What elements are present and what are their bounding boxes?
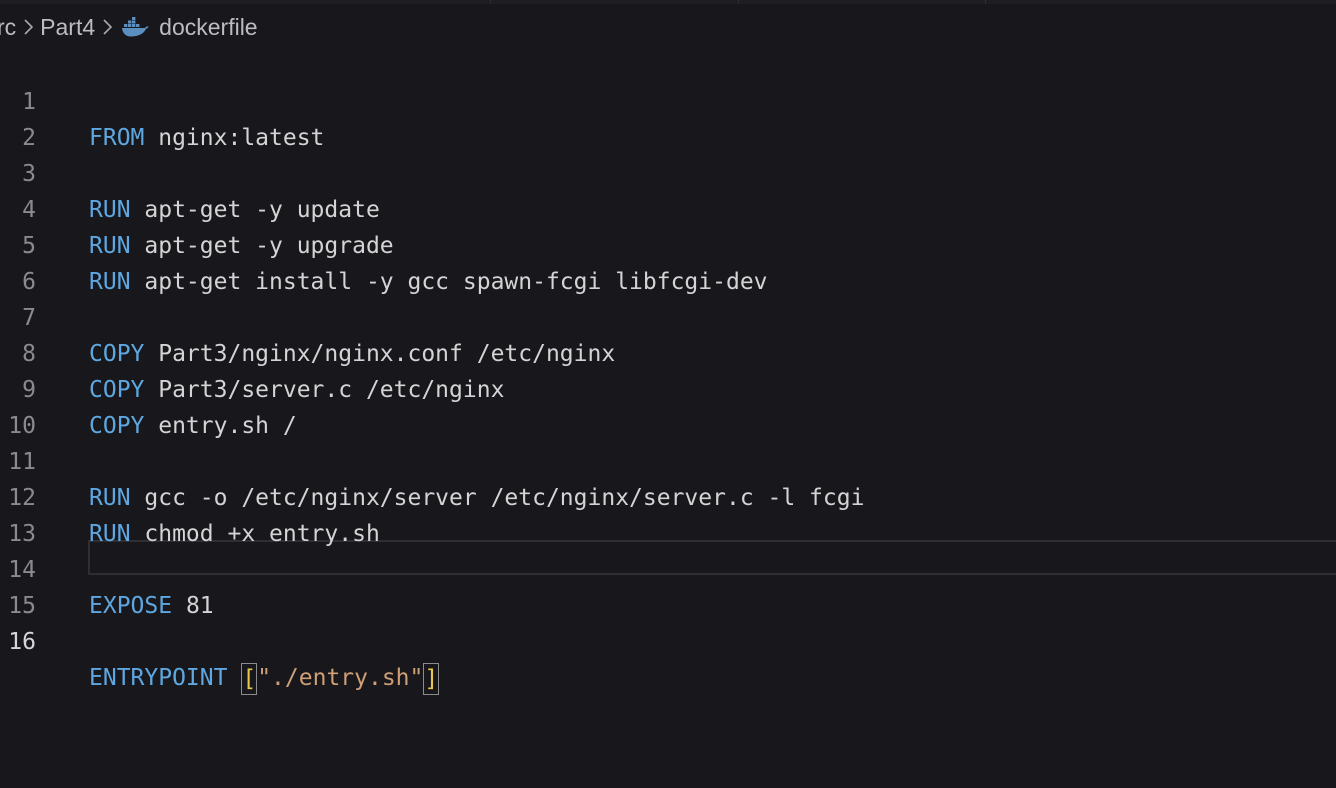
tab-separator: [738, 0, 739, 4]
code-editor[interactable]: 1 FROM nginx:latest 2 3 RUN apt-get -y u…: [0, 48, 1336, 695]
argument: [227, 665, 241, 691]
breadcrumb-item-part4[interactable]: Part4: [40, 14, 95, 41]
code-line[interactable]: 7 COPY Part3/nginx/nginx.conf /etc/nginx: [0, 264, 1336, 367]
code-line[interactable]: 6: [0, 228, 1336, 295]
code-line[interactable]: 11 RUN gcc -o /etc/nginx/server /etc/ngi…: [0, 408, 1336, 511]
tab-separator: [490, 0, 491, 4]
code-line[interactable]: 2: [0, 84, 1336, 151]
breadcrumb-item-dockerfile[interactable]: dockerfile: [159, 14, 257, 41]
breadcrumb-item-src[interactable]: rc: [0, 14, 16, 41]
code-text[interactable]: ENTRYPOINT ["./entry.sh"]: [89, 660, 440, 696]
line-number: 16: [8, 629, 36, 655]
open-bracket: [: [241, 662, 258, 695]
code-line[interactable]: 10: [0, 372, 1336, 439]
code-line[interactable]: 9 COPY entry.sh /: [0, 336, 1336, 439]
chevron-right-icon: [103, 19, 113, 35]
tab-separator: [985, 0, 986, 4]
code-line[interactable]: 4 RUN apt-get -y upgrade: [0, 156, 1336, 259]
code-line[interactable]: 3 RUN apt-get -y update: [0, 120, 1336, 223]
close-bracket: ]: [423, 662, 440, 695]
chevron-right-icon: [24, 19, 34, 35]
code-line[interactable]: 12 RUN chmod +x entry.sh: [0, 444, 1336, 547]
code-line[interactable]: 5 RUN apt-get install -y gcc spawn-fcgi …: [0, 192, 1336, 295]
code-line[interactable]: 15: [0, 552, 1336, 619]
tab-strip: [0, 0, 1336, 4]
string-literal: "./entry.sh": [257, 665, 424, 691]
code-line[interactable]: 8 COPY Part3/server.c /etc/nginx: [0, 300, 1336, 403]
breadcrumb: rc Part4 dockerfile: [0, 10, 258, 44]
code-line[interactable]: 13: [0, 480, 1336, 547]
docker-icon: [121, 17, 149, 37]
keyword: ENTRYPOINT: [89, 665, 228, 691]
code-line-current[interactable]: 16 ENTRYPOINT ["./entry.sh"]: [0, 588, 1336, 695]
code-line[interactable]: 14 EXPOSE 81: [0, 516, 1336, 619]
code-line[interactable]: 1 FROM nginx:latest: [0, 48, 1336, 151]
